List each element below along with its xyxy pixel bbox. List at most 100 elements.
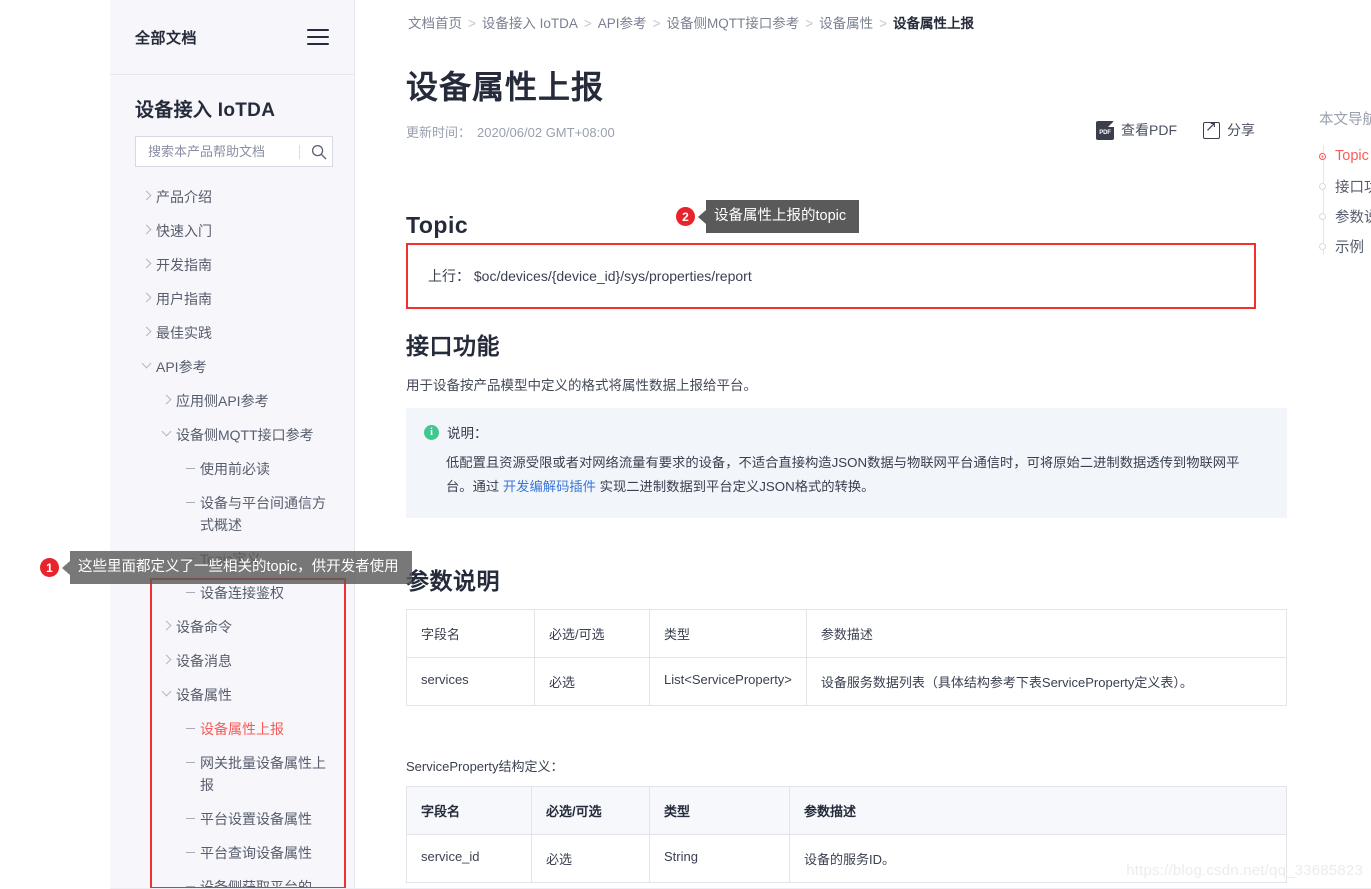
breadcrumb-item-2[interactable]: API参考	[598, 16, 647, 31]
sidebar-item-9[interactable]: 设备与平台间通信方式概述	[110, 486, 354, 542]
toc-item-label: 示例	[1335, 239, 1364, 256]
sidebar-product-block: 设备接入 IoTDA	[110, 75, 354, 167]
toc-item-1[interactable]: 接口功能	[1319, 171, 1371, 201]
product-title: 设备接入 IoTDA	[135, 100, 276, 121]
sidebar-item-15[interactable]: 设备属性上报	[110, 712, 354, 746]
sidebar-item-13[interactable]: 设备消息	[110, 644, 354, 678]
sidebar-item-label: 设备属性	[176, 687, 232, 703]
table-header-cell: 字段名	[406, 786, 532, 835]
left-sidebar: 全部文档 设备接入 IoTDA 产品介绍快速入门开发指南用户指南最佳实践 API参…	[110, 0, 355, 889]
share-button[interactable]: 分享	[1203, 118, 1255, 140]
hamburger-icon[interactable]	[307, 29, 329, 45]
sidebar-item-label: 设备与平台间通信方式概述	[200, 495, 326, 533]
breadcrumb-item-1[interactable]: 设备接入 IoTDA	[482, 16, 578, 31]
note-header: i 说明：	[406, 408, 1287, 442]
breadcrumb-separator: >	[652, 16, 661, 31]
sidebar-item-label: 使用前必读	[200, 461, 270, 477]
left-gutter	[0, 0, 110, 889]
sidebar-item-2[interactable]: 开发指南	[110, 248, 354, 282]
note-box: i 说明： 低配置且资源受限或者对网络流量有要求的设备，不适合直接构造JSON数…	[406, 408, 1287, 518]
sidebar-item-0[interactable]: 产品介绍	[110, 180, 354, 214]
sidebar-item-16[interactable]: 网关批量设备属性上报	[110, 746, 354, 802]
sidebar-item-7[interactable]: 设备侧MQTT接口参考	[110, 418, 354, 452]
interface-function-paragraph: 用于设备按产品模型中定义的格式将属性数据上报给平台。	[406, 378, 757, 393]
note-title: 说明：	[447, 426, 488, 441]
sidebar-item-14[interactable]: 设备属性	[110, 678, 354, 712]
search-icon[interactable]	[308, 141, 330, 163]
breadcrumb-item-4[interactable]: 设备属性	[819, 16, 873, 31]
toc-dot-icon	[1319, 182, 1326, 190]
page-root: 全部文档 设备接入 IoTDA 产品介绍快速入门开发指南用户指南最佳实践 API参…	[0, 0, 1371, 889]
breadcrumb-item-3[interactable]: 设备侧MQTT接口参考	[666, 16, 799, 31]
table-cell: 必选	[534, 657, 650, 706]
sidebar-item-1[interactable]: 快速入门	[110, 214, 354, 248]
page-title: 设备属性上报	[406, 69, 605, 105]
topic-highlight-box: 上行： $oc/devices/{device_id}/sys/properti…	[406, 243, 1256, 309]
sidebar-item-6[interactable]: 应用侧API参考	[110, 384, 354, 418]
annotation-number-2: 2	[676, 207, 695, 226]
toc-item-2[interactable]: 参数说明	[1319, 201, 1371, 231]
table-header-cell: 参数描述	[789, 786, 1287, 835]
toc-list[interactable]: Topic 接口功能参数说明示例	[1305, 141, 1371, 261]
main-content: 文档首页 > 设备接入 IoTDA > API参考 > 设备侧MQTT接口参考 > 设备属性 > 设…	[356, 0, 1371, 889]
sidebar-item-17[interactable]: 平台设置设备属性	[110, 802, 354, 836]
view-pdf-button[interactable]: 查看PDF	[1096, 120, 1177, 140]
dash-icon	[180, 808, 200, 820]
dash-icon	[180, 718, 200, 730]
sidebar-item-18[interactable]: 平台查询设备属性	[110, 836, 354, 870]
sidebar-nav-tree[interactable]: 产品介绍快速入门 开发指南 用户指南最佳实践 API参考应用侧API参考设备侧MQTT…	[110, 178, 354, 889]
table-cell: List<ServiceProperty>	[649, 657, 807, 706]
sidebar-item-12[interactable]: 设备命令	[110, 610, 354, 644]
breadcrumb-separator: >	[879, 16, 887, 31]
chevron-right-icon	[156, 650, 176, 665]
breadcrumb-separator: >	[468, 16, 476, 31]
all-docs-label[interactable]: 全部文档	[135, 27, 197, 48]
search-input[interactable]	[146, 143, 295, 160]
toc-item-0[interactable]: Topic	[1319, 141, 1371, 171]
sidebar-item-label: 设备属性上报	[200, 721, 284, 737]
share-icon	[1203, 118, 1220, 139]
table-cell: String	[649, 834, 790, 883]
view-pdf-label: 查看PDF	[1121, 122, 1177, 138]
toc-title: 本文导航	[1319, 112, 1371, 128]
table-cell: 设备服务数据列表（具体结构参考下表ServiceProperty定义表）。	[805, 657, 1288, 706]
sidebar-item-label: 最佳实践	[156, 325, 212, 341]
sidebar-item-8[interactable]: 使用前必读	[110, 452, 354, 486]
sidebar-item-label: API参考	[156, 359, 207, 375]
note-body: 低配置且资源受限或者对网络流量有要求的设备，不适合直接构造JSON数据与物联网平…	[406, 442, 1287, 499]
topic-value: 上行： $oc/devices/{device_id}/sys/properti…	[428, 268, 752, 284]
table-header-row: 字段名 必选/可选 类型 参数描述	[406, 786, 1287, 835]
breadcrumb-separator: >	[805, 16, 814, 31]
table-row: services 必选 List<ServiceProperty> 设备服务数据列表（…	[406, 657, 1288, 706]
sidebar-item-5[interactable]: API参考	[110, 350, 354, 384]
annotation-callout-2: 2 设备属性上报的topic	[676, 200, 860, 233]
table-cell: service_id	[406, 834, 532, 883]
chevron-down-icon	[156, 684, 176, 697]
sidebar-item-4[interactable]: 最佳实践	[110, 316, 354, 350]
annotation-text-2: 设备属性上报的topic	[706, 200, 860, 233]
chevron-right-icon	[136, 186, 156, 201]
breadcrumb[interactable]: 文档首页 > 设备接入 IoTDA > API参考 > 设备侧MQTT接口参考 > 设备属性 > 设…	[408, 12, 974, 32]
table-header-cell: 必选/可选	[531, 786, 650, 835]
sidebar-item-label: 产品介绍	[156, 189, 212, 205]
annotation-callout-1: 1 这些里面都定义了一些相关的topic，供开发者使用	[40, 551, 412, 584]
note-link[interactable]: 开发编解码插件	[503, 479, 596, 494]
breadcrumb-separator: >	[583, 16, 592, 31]
sidebar-item-19[interactable]: 设备侧获取平台的	[110, 870, 354, 889]
chevron-right-icon	[156, 390, 176, 405]
heading-parameters: 参数说明	[406, 568, 500, 594]
heading-interface-function: 接口功能	[406, 333, 500, 359]
sidebar-item-3[interactable]: 用户指南	[110, 282, 354, 316]
sidebar-item-label: 设备侧MQTT接口参考	[176, 427, 314, 443]
table-header-cell: 类型	[649, 786, 790, 835]
table-header-row: 字段名 必选/可选 类型 参数描述	[406, 609, 1288, 658]
toc-item-3[interactable]: 示例	[1319, 231, 1371, 261]
chevron-down-icon	[156, 424, 176, 437]
annotation-text-1: 这些里面都定义了一些相关的topic，供开发者使用	[70, 551, 412, 584]
sidebar-search-box[interactable]	[135, 136, 333, 167]
watermark: https://blog.csdn.net/qq_33685823	[1126, 862, 1363, 879]
breadcrumb-item-0[interactable]: 文档首页	[408, 16, 462, 31]
toc-dot-icon	[1319, 242, 1326, 250]
update-time-value: 2020/06/02 GMT+08:00	[477, 125, 615, 140]
chevron-right-icon	[136, 254, 156, 269]
